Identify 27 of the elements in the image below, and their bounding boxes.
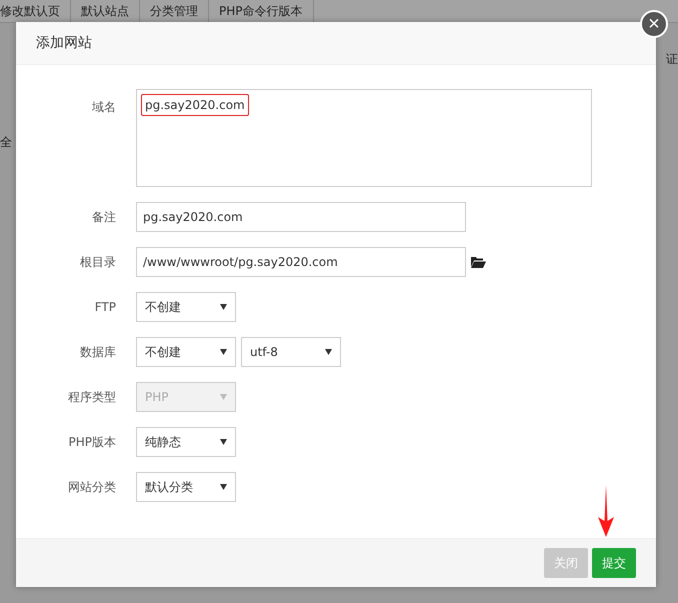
domain-value: pg.say2020.com bbox=[141, 94, 249, 116]
field-label: 域名 bbox=[91, 99, 117, 116]
field-label: FTP bbox=[94, 300, 117, 314]
folder-icon[interactable] bbox=[471, 256, 486, 268]
select-field[interactable]: 默认分类 bbox=[136, 472, 236, 502]
field-label: 数据库 bbox=[79, 344, 117, 360]
caret-icon bbox=[220, 349, 227, 355]
background-text: 全 bbox=[0, 134, 12, 151]
field-label: 网站分类 bbox=[67, 478, 117, 496]
select-field[interactable]: 纯静态 bbox=[136, 427, 236, 457]
caret-icon bbox=[220, 394, 227, 400]
field-label: 备注 bbox=[91, 208, 117, 226]
select-field[interactable]: 不创建 bbox=[136, 337, 236, 367]
caret-icon bbox=[220, 439, 227, 445]
background-text: 证 bbox=[666, 51, 678, 68]
caret-icon bbox=[220, 304, 227, 310]
field-label: 根目录 bbox=[79, 254, 117, 270]
field-label: 程序类型 bbox=[67, 388, 117, 406]
field-label: PHP版本 bbox=[68, 434, 117, 450]
select-field[interactable]: utf-8 bbox=[241, 337, 341, 367]
select-field[interactable]: 不创建 bbox=[136, 292, 236, 322]
caret-icon bbox=[325, 349, 332, 355]
text-field[interactable]: pg.say2020.com bbox=[136, 202, 466, 232]
dialog-title: 添加网站 bbox=[36, 34, 92, 52]
domain-textarea[interactable]: pg.say2020.com bbox=[136, 89, 592, 187]
caret-icon bbox=[220, 484, 227, 490]
text-field[interactable]: /www/wwwroot/pg.say2020.com bbox=[136, 247, 466, 277]
